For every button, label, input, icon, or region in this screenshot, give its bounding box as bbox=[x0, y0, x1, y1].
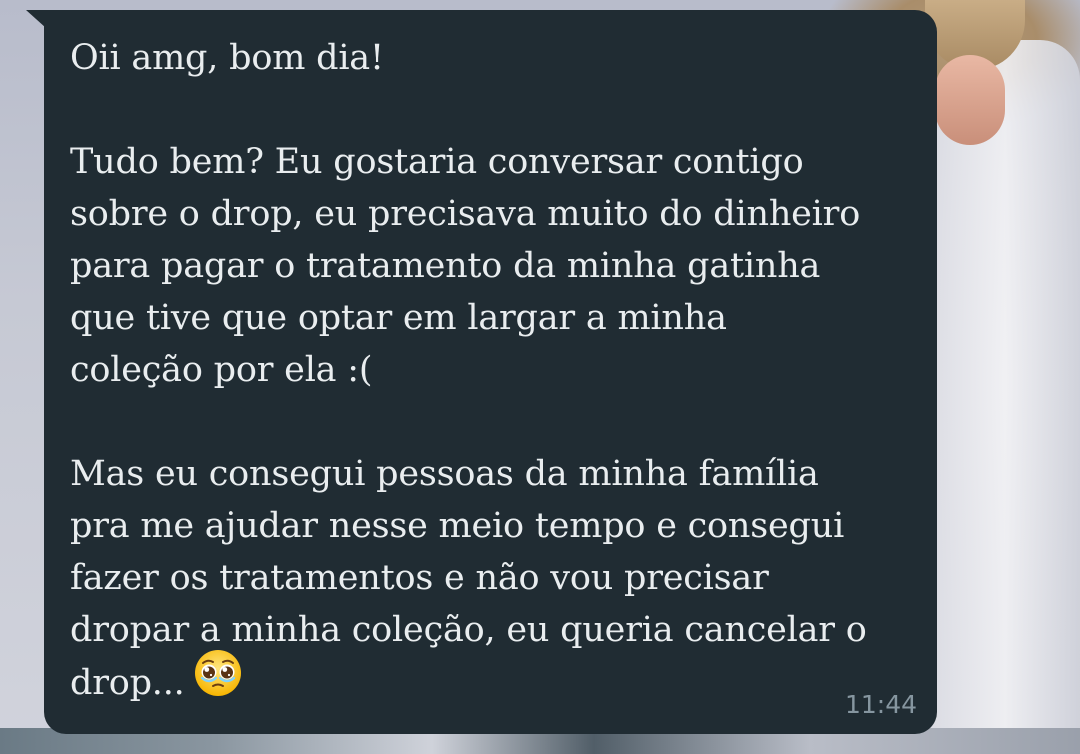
message-timestamp: 11:44 bbox=[844, 690, 917, 719]
message-line: fazer os tratamentos e não vou precisar bbox=[70, 558, 769, 598]
message-line: sobre o drop, eu precisava muito do dinh… bbox=[70, 194, 861, 234]
message-line: coleção por ela :( bbox=[70, 350, 373, 390]
wallpaper-figure bbox=[930, 40, 1080, 740]
message-text: Oii amg, bom dia! Tudo bem? Eu gostaria … bbox=[70, 32, 930, 713]
message-line: Mas eu consegui pessoas da minha família bbox=[70, 454, 819, 494]
incoming-message-bubble[interactable]: Oii amg, bom dia! Tudo bem? Eu gostaria … bbox=[44, 10, 937, 734]
message-line: que tive que optar em largar a minha bbox=[70, 298, 727, 338]
wallpaper-head bbox=[935, 55, 1005, 145]
message-line: dropar a minha coleção, eu queria cancel… bbox=[70, 610, 867, 650]
message-line: Tudo bem? Eu gostaria conversar contigo bbox=[70, 142, 804, 182]
message-line: drop... bbox=[70, 663, 185, 703]
message-line: Oii amg, bom dia! bbox=[70, 38, 384, 78]
message-line: pra me ajudar nesse meio tempo e consegu… bbox=[70, 506, 845, 546]
pleading-face-emoji-icon bbox=[193, 648, 243, 713]
bubble-tail bbox=[26, 10, 46, 28]
message-line: para pagar o tratamento da minha gatinha bbox=[70, 246, 821, 286]
